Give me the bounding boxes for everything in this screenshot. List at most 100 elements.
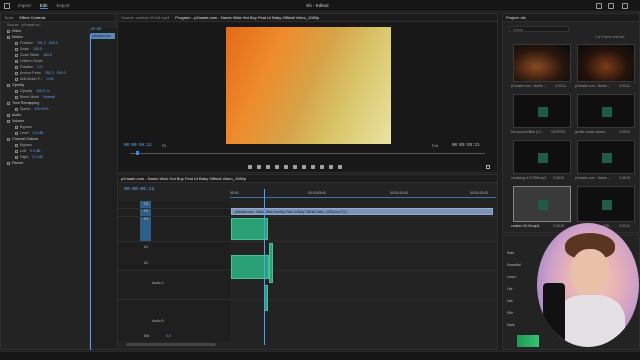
menu-import[interactable]: Import bbox=[18, 3, 31, 9]
stopwatch-icon[interactable] bbox=[15, 149, 18, 153]
stopwatch-icon[interactable] bbox=[15, 41, 18, 45]
project-thumb[interactable] bbox=[577, 94, 635, 128]
expand-icon[interactable] bbox=[7, 29, 10, 33]
mix-value[interactable]: 0.0 bbox=[166, 334, 171, 338]
effect-property-value[interactable]: 0.0 dB bbox=[32, 155, 42, 159]
scrubber-handle[interactable] bbox=[136, 151, 139, 155]
effect-property-value[interactable]: 100.0 bbox=[43, 53, 52, 57]
project-thumb[interactable] bbox=[513, 94, 571, 128]
expand-icon[interactable] bbox=[7, 101, 10, 105]
effect-property-value[interactable]: 100.00% bbox=[34, 107, 48, 111]
effect-property-value[interactable]: 781.3 bbox=[37, 41, 46, 45]
effect-property-value[interactable]: Normal bbox=[43, 95, 55, 99]
workspaces-icon[interactable] bbox=[596, 3, 602, 9]
search-field[interactable]: Search bbox=[509, 26, 569, 32]
audio-clip-short[interactable] bbox=[269, 243, 273, 283]
effect-property-value[interactable]: 540.0 bbox=[57, 71, 66, 75]
project-thumb[interactable] bbox=[513, 140, 571, 174]
expand-icon[interactable] bbox=[7, 137, 10, 141]
stopwatch-icon[interactable] bbox=[15, 131, 18, 135]
step-forward-icon[interactable] bbox=[293, 165, 297, 169]
side-tool[interactable]: Essential bbox=[507, 263, 521, 267]
track-label-v2: V2 bbox=[144, 209, 149, 213]
stopwatch-icon[interactable] bbox=[15, 95, 18, 99]
project-item-name: fire sound effect (LX... bbox=[511, 130, 545, 134]
expand-icon[interactable] bbox=[7, 113, 10, 117]
effect-property-value[interactable]: 540.0 bbox=[49, 41, 58, 45]
tab-effect-controls[interactable]: Effect Controls bbox=[19, 15, 45, 20]
stopwatch-icon[interactable] bbox=[15, 59, 18, 63]
mini-clip[interactable]: p2made.com bbox=[91, 33, 115, 39]
stopwatch-icon[interactable] bbox=[15, 143, 18, 147]
mark-in-icon[interactable] bbox=[248, 165, 252, 169]
play-icon[interactable] bbox=[284, 165, 288, 169]
menu-edit[interactable]: Edit bbox=[39, 3, 48, 9]
effect-property-value[interactable]: 0.0 dB bbox=[30, 149, 40, 153]
comparison-view-icon[interactable] bbox=[338, 165, 342, 169]
side-tool[interactable]: Mark bbox=[507, 323, 515, 327]
side-tools-panel: Rate Essential Learn Libr Info Effe Mark bbox=[502, 223, 640, 350]
side-tool[interactable]: Learn bbox=[507, 275, 516, 279]
project-thumb[interactable] bbox=[513, 44, 571, 82]
go-to-in-icon[interactable] bbox=[266, 165, 270, 169]
stopwatch-icon[interactable] bbox=[15, 107, 18, 111]
track-target-v1[interactable] bbox=[140, 201, 151, 241]
mark-out-icon[interactable] bbox=[257, 165, 261, 169]
lift-icon[interactable] bbox=[311, 165, 315, 169]
stopwatch-icon[interactable] bbox=[15, 47, 18, 51]
timeline-playhead[interactable] bbox=[264, 189, 265, 345]
video-clip[interactable]: p2made.com - Nardo Wick Hot Boy Feat Lil… bbox=[231, 208, 493, 215]
expand-icon[interactable] bbox=[7, 83, 10, 87]
stopwatch-icon[interactable] bbox=[15, 155, 18, 159]
project-thumb[interactable] bbox=[577, 44, 635, 82]
stopwatch-icon[interactable] bbox=[15, 65, 18, 69]
work-area-bar[interactable] bbox=[230, 197, 496, 198]
go-to-out-icon[interactable] bbox=[302, 165, 306, 169]
transport-controls bbox=[248, 165, 342, 169]
stopwatch-icon[interactable] bbox=[15, 89, 18, 93]
effect-property-value[interactable]: 0.0 bbox=[37, 65, 42, 69]
project-thumb[interactable] bbox=[577, 186, 635, 222]
fullscreen-icon[interactable] bbox=[622, 3, 628, 9]
export-frame-icon[interactable] bbox=[329, 165, 333, 169]
project-thumb-selected[interactable] bbox=[513, 186, 571, 222]
menu-export[interactable]: Export bbox=[57, 3, 70, 9]
side-tool[interactable]: Rate bbox=[507, 251, 514, 255]
project-thumb[interactable] bbox=[577, 140, 635, 174]
tab-sequence[interactable]: p2made.com - Nardo Wick Hot Boy Feat Lil… bbox=[121, 176, 246, 181]
effect-property-value[interactable]: 0.0 dB bbox=[33, 131, 43, 135]
share-icon[interactable] bbox=[608, 3, 614, 9]
mini-playhead[interactable] bbox=[90, 34, 91, 350]
effect-property-value[interactable]: 0.00 bbox=[47, 77, 54, 81]
audio-clip-a1[interactable] bbox=[231, 218, 268, 240]
add-button-icon[interactable] bbox=[486, 165, 490, 169]
expand-icon[interactable] bbox=[7, 119, 10, 123]
timeline-scrollbar[interactable] bbox=[126, 343, 216, 346]
effect-property-value[interactable]: 100.0 % bbox=[36, 89, 49, 93]
quality-select[interactable]: Full bbox=[432, 144, 438, 148]
effect-property-value[interactable]: 781.3 bbox=[45, 71, 54, 75]
side-tool[interactable]: Info bbox=[507, 299, 513, 303]
tab-project[interactable]: Project: sfx bbox=[506, 15, 526, 20]
timeline-timecode[interactable]: 00:00:06:12 bbox=[124, 187, 154, 192]
home-icon[interactable] bbox=[4, 3, 10, 9]
tab-source[interactable]: Source: contrex 00-04.mp3 bbox=[121, 15, 169, 20]
fit-select[interactable]: Fit bbox=[162, 144, 166, 148]
stopwatch-icon[interactable] bbox=[15, 71, 18, 75]
side-tool[interactable]: Effe bbox=[507, 311, 513, 315]
project-item-duration: 3:03:11 bbox=[555, 84, 567, 88]
expand-icon[interactable] bbox=[7, 161, 10, 165]
stopwatch-icon[interactable] bbox=[15, 77, 18, 81]
stopwatch-icon[interactable] bbox=[15, 125, 18, 129]
track-label-mix: Mix bbox=[144, 334, 150, 338]
tab-tools[interactable]: Tools bbox=[4, 15, 13, 20]
side-tool[interactable]: Libr bbox=[507, 287, 513, 291]
playhead-timecode[interactable]: 00:00:06:12 bbox=[124, 144, 152, 148]
monitor-scrubber[interactable] bbox=[130, 153, 485, 154]
step-back-icon[interactable] bbox=[275, 165, 279, 169]
tab-program[interactable]: Program - p2made.com - Nardo Wick Hot Bo… bbox=[175, 15, 319, 20]
expand-icon[interactable] bbox=[7, 35, 10, 39]
extract-icon[interactable] bbox=[320, 165, 324, 169]
effect-property-value[interactable]: 100.0 bbox=[33, 47, 42, 51]
stopwatch-icon[interactable] bbox=[15, 53, 18, 57]
